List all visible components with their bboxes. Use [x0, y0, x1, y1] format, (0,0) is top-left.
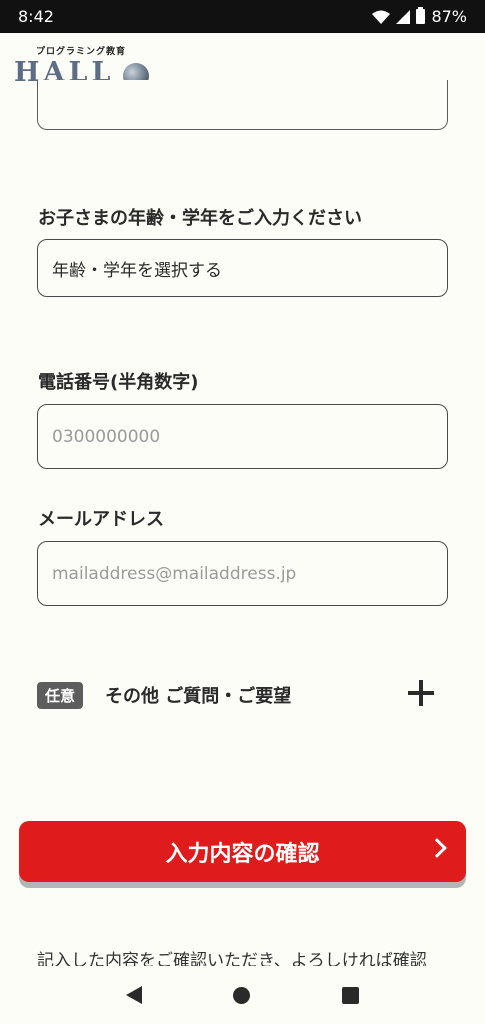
- recent-apps-icon[interactable]: [342, 986, 360, 1004]
- confirm-button[interactable]: 入力内容の確認: [19, 821, 466, 882]
- optional-badge: 任意: [37, 681, 84, 709]
- battery-icon: [416, 7, 426, 24]
- confirm-button-label: 入力内容の確認: [165, 841, 320, 867]
- child-age-select[interactable]: 年齢・学年を選択する: [37, 239, 448, 297]
- home-icon[interactable]: [233, 986, 251, 1004]
- status-icons: 87%: [372, 7, 467, 26]
- logo-subtitle: プログラミング教育: [36, 47, 127, 57]
- phone-placeholder: 0300000000: [52, 426, 161, 447]
- plus-icon[interactable]: [408, 680, 434, 706]
- other-requests-label: その他 ご質問・ご要望: [105, 686, 292, 707]
- signal-icon: [396, 9, 411, 24]
- email-input[interactable]: mailaddress@mailaddress.jp: [37, 541, 448, 606]
- child-age-label: お子さまの年齢・学年をご入力ください: [38, 208, 362, 229]
- android-nav-bar: [0, 966, 485, 1024]
- previous-field-partial[interactable]: [37, 80, 448, 130]
- email-placeholder: mailaddress@mailaddress.jp: [52, 563, 297, 584]
- child-age-value: 年齢・学年を選択する: [52, 260, 222, 281]
- confirm-note: 記入した内容をご確認いただき、よろしければ確認: [37, 951, 427, 968]
- battery-percent: 87%: [431, 7, 467, 26]
- back-icon[interactable]: [125, 986, 142, 1004]
- phone-input[interactable]: 0300000000: [37, 404, 448, 469]
- other-requests-toggle[interactable]: 任意 その他 ご質問・ご要望: [37, 678, 448, 712]
- phone-label: 電話番号(半角数字): [38, 372, 199, 393]
- status-bar: 8:42 87%: [0, 0, 485, 33]
- email-label: メールアドレス: [38, 509, 164, 530]
- status-time: 8:42: [18, 7, 54, 26]
- wifi-icon: [372, 10, 391, 24]
- chevron-right-icon: [427, 838, 447, 858]
